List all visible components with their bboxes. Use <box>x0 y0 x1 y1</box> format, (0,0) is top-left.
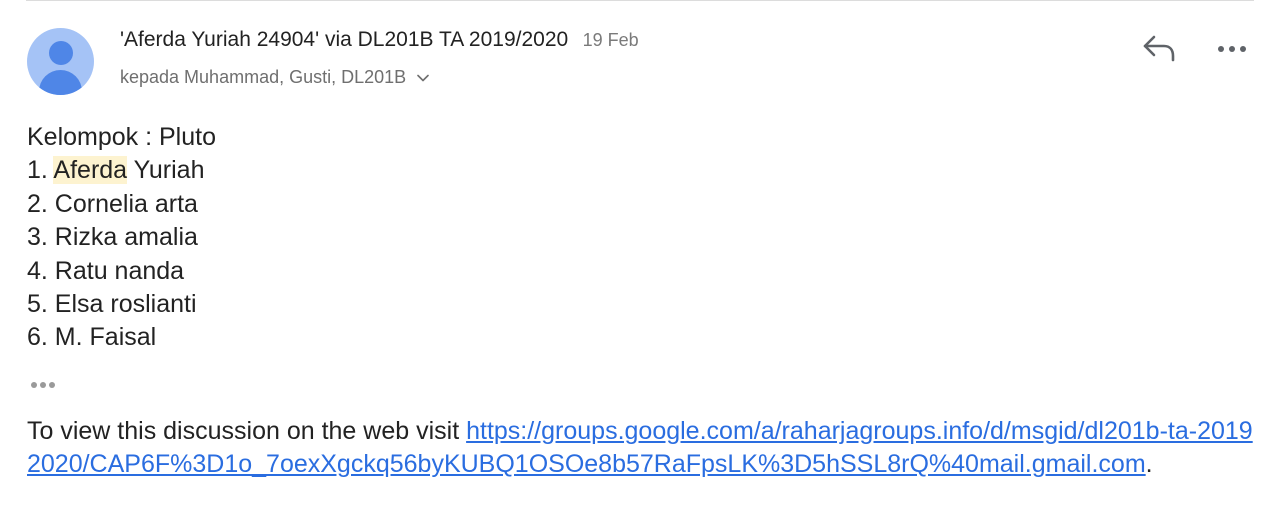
group-line: Kelompok : Pluto <box>27 123 216 151</box>
message-body: Kelompok : Pluto 1. Aferda Yuriah 2. Cor… <box>27 121 216 355</box>
reply-arrow-icon <box>1140 35 1180 70</box>
member-name-rest: Yuriah <box>127 156 205 185</box>
list-item: 4. Ratu nanda <box>27 255 216 288</box>
member-name: Cornelia arta <box>54 189 198 218</box>
top-divider <box>26 0 1254 1</box>
reply-button[interactable] <box>1140 32 1180 66</box>
member-name: Elsa roslianti <box>54 289 197 318</box>
avatar-head-shape <box>49 41 73 65</box>
recipients-label: kepada Muhammad, Gusti, DL201B <box>120 67 407 87</box>
footer-trailing: . <box>1145 450 1153 479</box>
member-name: Ratu nanda <box>54 256 185 285</box>
member-number: 1. <box>27 156 54 185</box>
member-number: 6. <box>27 323 55 352</box>
list-item: 5. Elsa roslianti <box>27 288 216 321</box>
member-name: Rizka amalia <box>54 223 198 252</box>
footer-lead-text: To view this discussion on the web visit <box>27 417 467 445</box>
more-options-button[interactable] <box>1214 36 1250 62</box>
group-footer: To view this discussion on the web visit… <box>27 415 1257 482</box>
sender-name[interactable]: 'Aferda Yuriah 24904' via DL201B TA 2019… <box>120 28 568 51</box>
chevron-down-icon <box>417 66 429 87</box>
sender-line: 'Aferda Yuriah 24904' via DL201B TA 2019… <box>120 28 639 52</box>
show-trimmed-content-button[interactable] <box>29 378 61 392</box>
ellipsis-icon <box>29 379 61 396</box>
recipients-toggle[interactable]: kepada Muhammad, Gusti, DL201B <box>120 67 429 89</box>
message-date: 19 Feb <box>582 30 639 50</box>
email-message-view: 'Aferda Yuriah 24904' via DL201B TA 2019… <box>0 0 1280 521</box>
list-item: 2. Cornelia arta <box>27 188 216 221</box>
more-horizontal-icon <box>1214 46 1250 66</box>
member-number: 4. <box>27 256 55 285</box>
member-number: 5. <box>27 289 55 318</box>
member-number: 3. <box>27 223 55 252</box>
list-item: 6. M. Faisal <box>27 321 216 354</box>
member-name: M. Faisal <box>54 323 157 352</box>
member-number: 2. <box>27 189 55 218</box>
avatar-body-shape <box>39 70 82 95</box>
list-item: 1. Aferda Yuriah <box>27 154 216 187</box>
search-highlight: Aferda <box>53 156 128 185</box>
sender-avatar[interactable] <box>27 28 94 95</box>
list-item: 3. Rizka amalia <box>27 221 216 254</box>
